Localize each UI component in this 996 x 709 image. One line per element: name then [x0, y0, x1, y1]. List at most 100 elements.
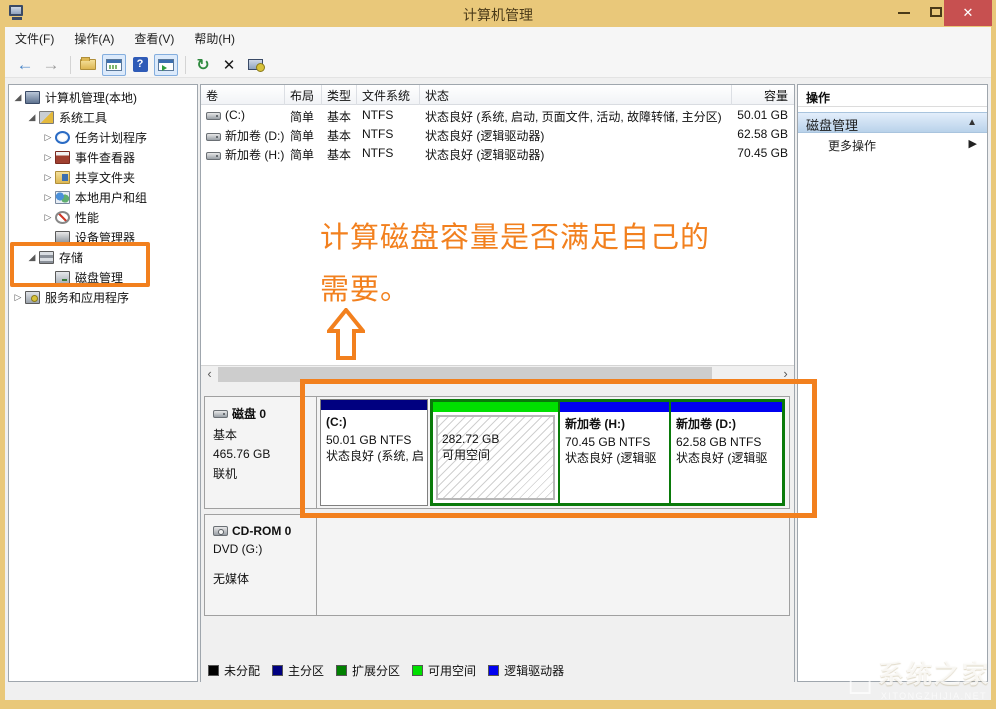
expander-icon[interactable]: ◢: [25, 112, 39, 123]
menu-file[interactable]: 文件(F): [5, 27, 64, 52]
cdrom-row: CD-ROM 0 DVD (G:) 无媒体: [204, 514, 790, 616]
refresh-button[interactable]: ↻: [191, 54, 215, 76]
tree-item-task-scheduler[interactable]: ▷ 任务计划程序: [41, 127, 147, 147]
cdrom-drive: DVD (G:): [213, 541, 263, 556]
toolbar-separator: [70, 55, 71, 74]
show-console-tree-button[interactable]: [102, 53, 126, 76]
column-capacity[interactable]: 容量: [732, 85, 794, 105]
minimize-button[interactable]: [898, 12, 910, 14]
legend-logical-label: 逻辑驱动器: [504, 663, 565, 678]
legend-freespace-label: 可用空间: [428, 663, 477, 678]
window-title: 计算机管理: [463, 7, 533, 23]
export-button[interactable]: [76, 54, 100, 76]
volume-icon: [206, 133, 221, 142]
legend-primary-label: 主分区: [288, 663, 325, 678]
legend-unallocated-label: 未分配: [224, 663, 261, 678]
performance-icon: [55, 210, 70, 224]
disk0-type: 基本: [213, 428, 238, 442]
expander-icon[interactable]: ▷: [11, 292, 25, 303]
expander-icon[interactable]: ▷: [41, 152, 55, 163]
help-icon: ?: [132, 57, 148, 72]
show-action-pane-button[interactable]: [154, 53, 178, 76]
menu-action[interactable]: 操作(A): [64, 27, 124, 52]
tools-icon: [39, 110, 54, 124]
volume-icon: [206, 152, 221, 161]
toolbar: ← → ? ↻ ✕: [5, 52, 991, 78]
users-icon: [55, 190, 70, 204]
column-type[interactable]: 类型: [322, 85, 357, 105]
properties-button[interactable]: [243, 54, 267, 76]
volume-row-c[interactable]: (C:) 简单 基本 NTFS 状态良好 (系统, 启动, 页面文件, 活动, …: [201, 106, 794, 125]
menu-view[interactable]: 查看(V): [124, 27, 184, 52]
event-log-icon: [55, 150, 70, 164]
computer-management-window: 计算机管理 ✕ 文件(F) 操作(A) 查看(V) 帮助(H) ← → ? ↻ …: [0, 0, 996, 709]
actions-group-disk-management[interactable]: 磁盘管理 ▲: [798, 112, 987, 133]
expander-icon[interactable]: ▷: [41, 172, 55, 183]
tree-item-services-applications[interactable]: ▷ 服务和应用程序: [11, 287, 129, 307]
column-layout[interactable]: 布局: [285, 85, 322, 105]
watermark: ⌂ 系统之家 XITONGZHIJIA.NET: [846, 654, 990, 702]
disk0-size: 465.76 GB: [213, 447, 271, 461]
action-pane-icon: [158, 58, 174, 71]
back-icon: ←: [16, 54, 34, 74]
column-volume[interactable]: 卷: [201, 85, 285, 105]
annotation-up-arrow-icon: [327, 308, 365, 360]
refresh-icon: ↻: [196, 56, 210, 74]
cdrom-icon: [213, 525, 228, 536]
collapse-icon[interactable]: ▲: [967, 117, 977, 128]
back-button[interactable]: ←: [13, 54, 37, 76]
actions-panel: 操作 磁盘管理 ▲ 更多操作 ▶: [797, 84, 988, 682]
services-icon: [25, 290, 40, 304]
more-actions-item[interactable]: 更多操作 ▶: [798, 133, 987, 155]
volume-row-h[interactable]: 新加卷 (H:) 简单 基本 NTFS 状态良好 (逻辑驱动器) 70.45 G…: [201, 144, 794, 163]
legend: 未分配 主分区 扩展分区 可用空间 逻辑驱动器: [206, 660, 564, 680]
submenu-arrow-icon: ▶: [968, 138, 977, 150]
column-filesystem[interactable]: 文件系统: [357, 85, 420, 105]
scroll-left-icon[interactable]: ‹: [201, 366, 218, 383]
menu-help[interactable]: 帮助(H): [184, 27, 245, 52]
menu-bar: 文件(F) 操作(A) 查看(V) 帮助(H): [5, 27, 991, 52]
volume-icon: [206, 112, 221, 121]
close-button[interactable]: ✕: [944, 0, 992, 26]
expander-icon[interactable]: ▷: [41, 132, 55, 143]
volume-row-d[interactable]: 新加卷 (D:) 简单 基本 NTFS 状态良好 (逻辑驱动器) 62.58 G…: [201, 125, 794, 144]
annotation-box-tree: [10, 242, 150, 287]
maximize-button[interactable]: [930, 7, 942, 17]
folder-icon: [80, 57, 96, 70]
actions-header: 操作: [798, 85, 987, 107]
tree-item-local-users-groups[interactable]: ▷ 本地用户和组: [41, 187, 147, 207]
watermark-subtitle: XITONGZHIJIA.NET: [880, 691, 988, 701]
computer-icon: [25, 90, 40, 104]
help-button[interactable]: ?: [128, 54, 152, 76]
cdrom-media: 无媒体: [213, 571, 250, 586]
forward-button[interactable]: →: [39, 54, 63, 76]
console-tree-panel: ◢ 计算机管理(本地) ◢ 系统工具 ▷ 任务计划程序 ▷ 事件查看器 ▷ 共享文件夹 ▷…: [8, 84, 198, 682]
expander-icon[interactable]: ▷: [41, 212, 55, 223]
legend-extended-swatch: [336, 664, 348, 676]
volume-list-header: 卷 布局 类型 文件系统 状态 容量: [201, 85, 794, 105]
tree-item-shared-folders[interactable]: ▷ 共享文件夹: [41, 167, 135, 187]
clock-icon: [55, 130, 70, 144]
legend-freespace-swatch: [412, 664, 424, 676]
expander-icon[interactable]: ◢: [11, 92, 25, 103]
delete-button[interactable]: ✕: [217, 54, 241, 76]
legend-logical-swatch: [488, 664, 500, 676]
legend-unallocated-swatch: [208, 664, 219, 676]
column-status[interactable]: 状态: [420, 85, 732, 105]
tree-item-performance[interactable]: ▷ 性能: [41, 207, 99, 227]
toolbar-separator: [185, 55, 186, 74]
disk0-status: 联机: [213, 467, 238, 481]
annotation-text-line2: 需要。: [320, 274, 411, 306]
watermark-title: 系统之家: [877, 659, 990, 689]
cdrom-label[interactable]: CD-ROM 0 DVD (G:) 无媒体: [205, 515, 317, 615]
shared-folder-icon: [55, 170, 70, 184]
title-bar: 计算机管理 ✕: [0, 0, 996, 27]
tree-item-event-viewer[interactable]: ▷ 事件查看器: [41, 147, 135, 167]
tree-item-system-tools[interactable]: ◢ 系统工具: [25, 107, 107, 127]
forward-icon: →: [42, 54, 60, 74]
tree-item-computer-management[interactable]: ◢ 计算机管理(本地): [11, 87, 137, 107]
disk-icon: [213, 410, 228, 418]
console-tree-icon: [106, 58, 122, 71]
annotation-text-line1: 计算磁盘容量是否满足自己的: [320, 222, 711, 254]
expander-icon[interactable]: ▷: [41, 192, 55, 203]
